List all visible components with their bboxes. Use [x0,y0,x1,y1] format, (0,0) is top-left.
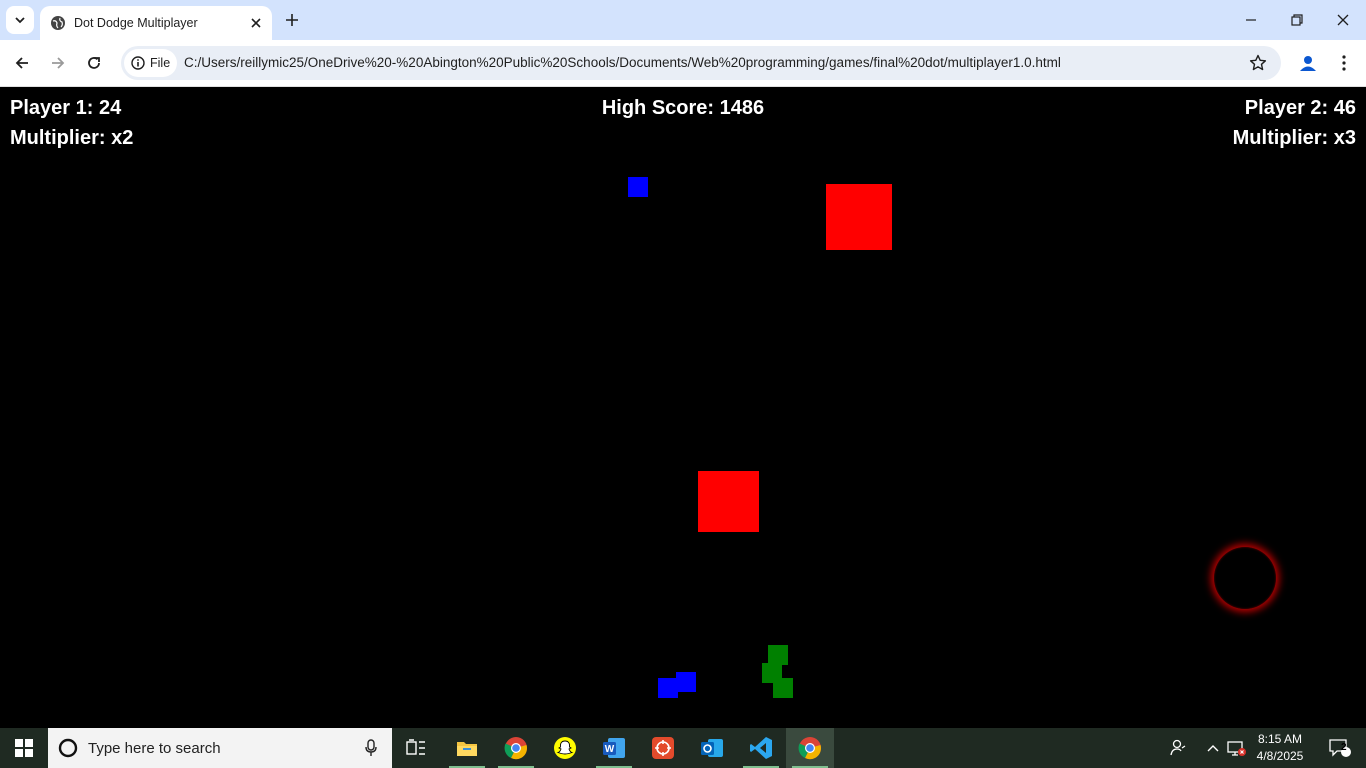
microphone-icon[interactable] [364,739,378,757]
game-canvas[interactable]: Player 1: 24 Multiplier: x2 High Score: … [0,87,1366,728]
arrow-left-icon [15,57,28,69]
back-button[interactable] [8,49,36,77]
enemy-square [698,471,759,532]
reload-button[interactable] [80,49,108,77]
player2-trail-dot [768,645,788,665]
taskbar-search-placeholder: Type here to search [88,739,221,757]
player2-score: Player 2: 46 [1244,97,1356,119]
taskbar-chrome-active[interactable] [786,728,834,768]
taskbar-red-app[interactable] [639,728,687,768]
enemy-square [826,184,892,250]
snapchat-icon [554,737,576,759]
taskbar-outlook[interactable] [688,728,736,768]
chrome-icon [504,737,527,760]
task-view-icon [406,739,425,755]
taskbar-vscode[interactable] [737,728,785,768]
site-chip-label: File [150,56,171,70]
reload-icon [88,57,100,69]
taskbar-chrome[interactable] [492,728,540,768]
word-icon: W [603,738,625,758]
high-score: High Score: 1486 [601,97,765,119]
kebab-menu-icon [1342,55,1346,71]
restore-icon [1291,14,1303,26]
new-tab-button[interactable] [280,8,304,32]
red-badge-app-icon [652,737,674,759]
arrow-right-icon [52,57,65,69]
restore-button[interactable] [1274,6,1320,34]
cortana-circle-icon [58,738,78,758]
close-tab-icon[interactable] [246,13,266,33]
notification-center-button[interactable]: 2 [1320,728,1360,768]
taskbar-file-explorer[interactable] [443,728,491,768]
player2-dot [773,678,793,698]
chrome-icon [798,737,821,760]
chevron-down-icon [15,17,25,24]
profile-avatar-icon [1300,56,1316,71]
site-info-chip[interactable]: File [124,49,177,77]
taskbar-clock[interactable]: 8:15 AM 4/8/2025 [1252,731,1308,765]
taskbar-snapchat[interactable] [541,728,589,768]
start-button[interactable] [0,728,48,768]
player2-multiplier: Multiplier: x3 [1232,127,1356,149]
windows-taskbar: Type here to search W 8:15 AM 4/8/2025 2 [0,728,1366,768]
vscode-icon [750,737,772,759]
black-hole [1214,547,1276,609]
browser-toolbar: File C:/Users/reillymic25/OneDrive%20-%2… [0,40,1366,87]
tab-title: Dot Dodge Multiplayer [74,16,198,30]
taskbar-search-box[interactable]: Type here to search [48,728,392,768]
people-icon[interactable] [1166,728,1190,768]
minimize-button[interactable] [1228,6,1274,34]
url-text[interactable]: C:/Users/reillymic25/OneDrive%20-%20Abin… [184,55,1061,70]
forward-button[interactable] [44,49,72,77]
chrome-menu-button[interactable] [1332,49,1356,77]
minimize-icon [1246,19,1256,21]
outlook-icon [701,739,723,757]
blue-dot [628,177,648,197]
network-status-icon[interactable] [1226,728,1248,768]
close-window-button[interactable] [1320,6,1366,34]
windows-logo-icon [15,739,33,757]
clock-date: 4/8/2025 [1256,749,1304,763]
taskbar-word[interactable]: W [590,728,638,768]
clock-time: 8:15 AM [1257,732,1303,746]
plus-icon [286,14,298,26]
svg-text:W: W [605,744,615,755]
folder-icon [457,742,477,756]
globe-icon [50,15,66,31]
notification-icon [1329,739,1351,757]
notification-count: 2 [1341,742,1347,753]
profile-button[interactable] [1294,49,1322,77]
tab-strip: Dot Dodge Multiplayer [0,0,1366,40]
close-icon [1337,14,1349,26]
bookmark-star-icon[interactable] [1248,53,1268,73]
active-tab[interactable]: Dot Dodge Multiplayer [40,6,272,40]
player1-trail-dot [676,672,696,692]
tab-search-button[interactable] [6,6,34,34]
tray-chevron-up-icon[interactable] [1202,728,1224,768]
player1-multiplier: Multiplier: x2 [10,127,134,149]
info-icon [131,56,145,70]
task-view-button[interactable] [392,728,440,768]
address-bar[interactable]: File C:/Users/reillymic25/OneDrive%20-%2… [121,46,1281,80]
player1-dot [658,678,678,698]
